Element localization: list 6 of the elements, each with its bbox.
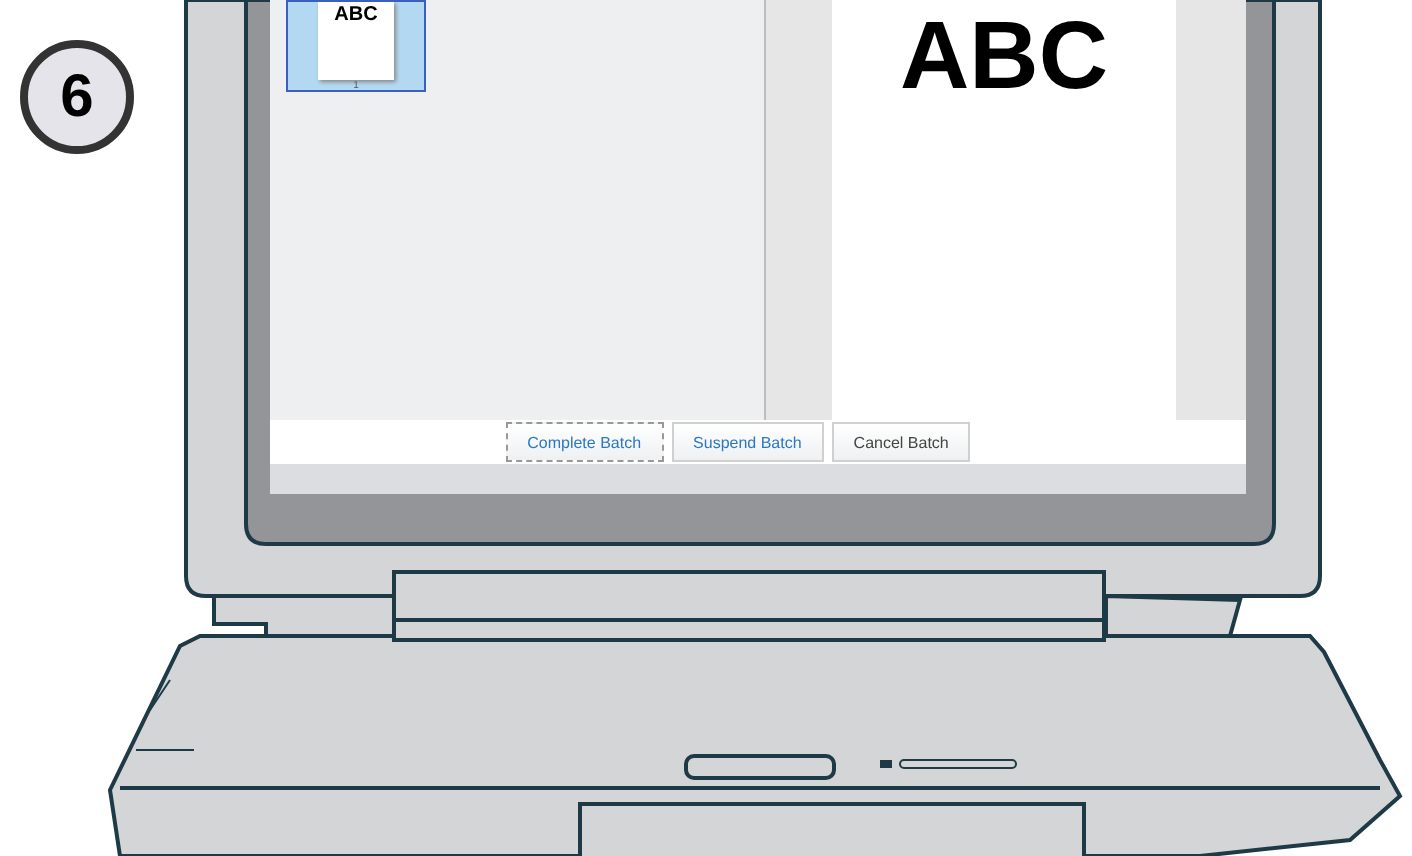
- thumbnail-text: ABC: [334, 4, 378, 30]
- batch-action-button[interactable]: Complete Batch: [505, 422, 664, 462]
- step-number-badge: 6: [20, 40, 134, 154]
- preview-text: ABC: [900, 8, 1108, 108]
- cancel-button[interactable]: Cancel Batch: [831, 422, 971, 462]
- batch-action-button[interactable]: Suspend Batch: [671, 422, 824, 462]
